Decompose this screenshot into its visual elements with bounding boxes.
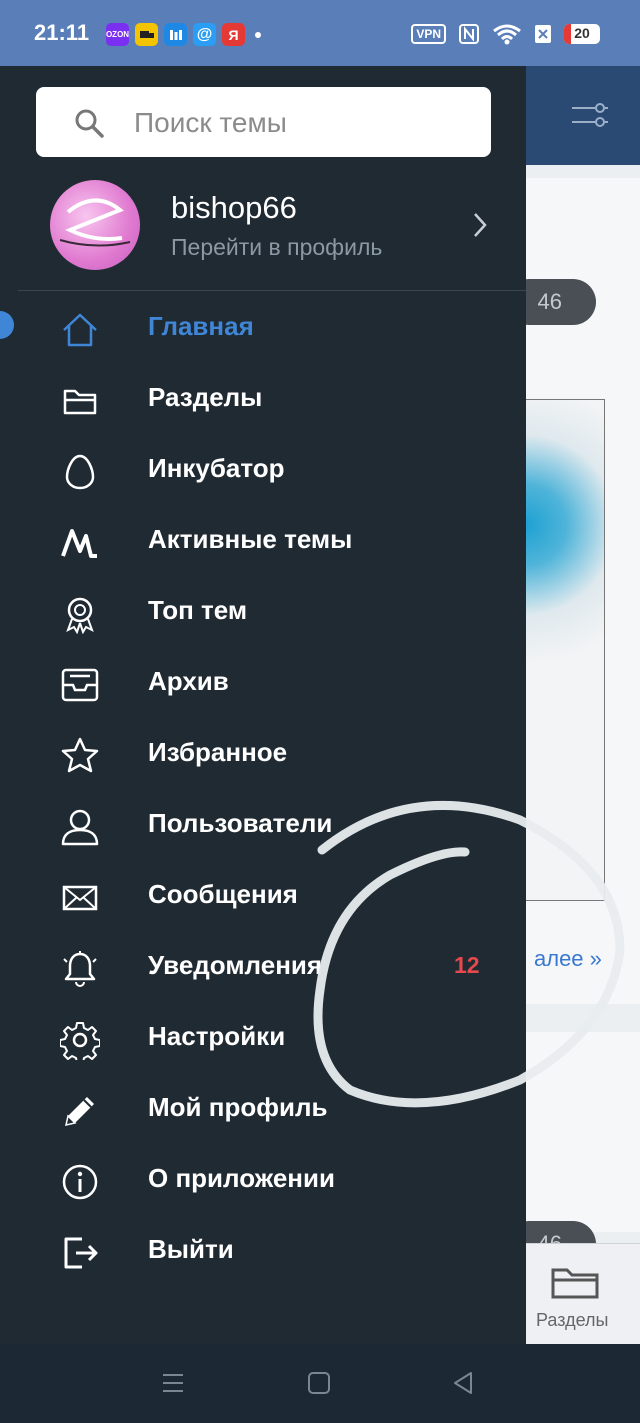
navigation-drawer: Поиск темы bishop66 Перейти в профиль Гл… bbox=[0, 66, 526, 1344]
gear-icon bbox=[60, 1022, 100, 1060]
menu-item-favorites[interactable]: Избранное bbox=[0, 719, 526, 790]
battery-indicator: 20 bbox=[564, 24, 600, 44]
award-icon bbox=[66, 597, 94, 634]
background-more-link[interactable]: алее » bbox=[534, 946, 602, 972]
status-bar: 21:11 OZON @ Я VPN 20 bbox=[0, 0, 640, 66]
menu-item-notifications[interactable]: Уведомления 12 bbox=[0, 932, 526, 1003]
menu-item-archive[interactable]: Архив bbox=[0, 648, 526, 719]
folder-icon[interactable] bbox=[550, 1262, 600, 1302]
menu-item-top-topics[interactable]: Топ тем bbox=[0, 577, 526, 648]
menu-label-favorites: Избранное bbox=[148, 737, 288, 767]
menu-item-home[interactable]: Главная bbox=[0, 293, 526, 364]
user-icon bbox=[61, 809, 99, 846]
search-placeholder: Поиск темы bbox=[134, 107, 287, 138]
info-icon bbox=[62, 1164, 98, 1200]
background-card-2 bbox=[526, 1032, 640, 1232]
ozon-icon: OZON bbox=[106, 23, 129, 46]
profile-subtitle: Перейти в профиль bbox=[171, 234, 383, 260]
profile-username: bishop66 bbox=[171, 190, 297, 225]
menu-label-top-topics: Топ тем bbox=[148, 595, 248, 625]
chevron-right-icon bbox=[474, 213, 487, 237]
menu-label-about: О приложении bbox=[148, 1163, 335, 1193]
avatar bbox=[50, 180, 140, 270]
background-count-pill: 46 bbox=[526, 279, 596, 325]
at-mail-icon: @ bbox=[193, 23, 216, 46]
menu-item-users[interactable]: Пользователи bbox=[0, 790, 526, 861]
menu-item-logout[interactable]: Выйти bbox=[0, 1216, 526, 1287]
mail-app-icon bbox=[164, 23, 187, 46]
envelope-icon bbox=[62, 885, 98, 911]
menu-item-about[interactable]: О приложении bbox=[0, 1145, 526, 1216]
filter-icon[interactable] bbox=[570, 102, 610, 128]
tab-sections[interactable]: Разделы bbox=[536, 1310, 608, 1331]
battery-level: 20 bbox=[574, 25, 590, 41]
home-button-icon[interactable] bbox=[306, 1370, 332, 1396]
background-header bbox=[526, 66, 640, 165]
menu-label-settings: Настройки bbox=[148, 1021, 286, 1051]
menu-item-messages[interactable]: Сообщения bbox=[0, 861, 526, 932]
nfc-icon bbox=[459, 24, 479, 44]
sim-off-icon bbox=[535, 25, 551, 43]
search-input[interactable]: Поиск темы bbox=[36, 87, 491, 157]
activity-icon bbox=[61, 529, 97, 558]
menu-label-archive: Архив bbox=[148, 666, 229, 696]
pencil-icon bbox=[65, 1097, 94, 1126]
search-icon bbox=[75, 109, 104, 138]
bell-icon bbox=[63, 951, 97, 987]
system-navigation-bar bbox=[0, 1344, 640, 1423]
status-right: VPN 20 bbox=[411, 23, 600, 45]
more-notifications-dot bbox=[255, 32, 261, 38]
yandex-delivery-icon bbox=[135, 23, 158, 46]
logout-icon bbox=[64, 1237, 98, 1269]
menu-label-active-topics: Активные темы bbox=[148, 524, 353, 554]
divider bbox=[18, 290, 526, 291]
menu-item-sections[interactable]: Разделы bbox=[0, 364, 526, 435]
active-indicator bbox=[0, 311, 14, 339]
menu-item-incubator[interactable]: Инкубатор bbox=[0, 435, 526, 506]
status-time: 21:11 bbox=[34, 20, 90, 45]
folder-icon bbox=[63, 389, 97, 415]
menu-icon[interactable] bbox=[160, 1370, 186, 1396]
menu-label-home: Главная bbox=[148, 311, 254, 341]
star-icon bbox=[61, 737, 99, 773]
menu-item-active-topics[interactable]: Активные темы bbox=[0, 506, 526, 577]
background-tabbar: Разделы bbox=[526, 1243, 640, 1344]
archive-icon bbox=[61, 668, 99, 702]
background-app: 46 алее » 46 Разделы bbox=[526, 66, 640, 1344]
menu-label-my-profile: Мой профиль bbox=[148, 1092, 328, 1122]
egg-icon bbox=[65, 454, 95, 490]
vpn-badge: VPN bbox=[411, 24, 446, 44]
wifi-icon bbox=[493, 24, 521, 45]
notification-badge: 12 bbox=[454, 952, 480, 978]
menu-label-notifications: Уведомления bbox=[148, 950, 323, 980]
menu-item-my-profile[interactable]: Мой профиль bbox=[0, 1074, 526, 1145]
home-icon bbox=[63, 313, 97, 347]
menu-label-sections: Разделы bbox=[148, 382, 263, 412]
menu-label-logout: Выйти bbox=[148, 1234, 234, 1264]
menu-label-incubator: Инкубатор bbox=[148, 453, 285, 483]
background-image bbox=[526, 399, 605, 901]
menu-label-messages: Сообщения bbox=[148, 879, 298, 909]
menu-label-users: Пользователи bbox=[148, 808, 333, 838]
profile-link[interactable]: bishop66 Перейти в профиль bbox=[0, 176, 526, 286]
back-icon[interactable] bbox=[450, 1370, 476, 1396]
yandex-icon: Я bbox=[222, 23, 245, 46]
menu-item-settings[interactable]: Настройки bbox=[0, 1003, 526, 1074]
notification-icons: OZON @ Я bbox=[106, 23, 261, 46]
